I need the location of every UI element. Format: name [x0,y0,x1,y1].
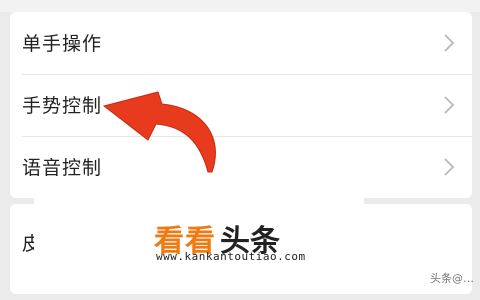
settings-item-partial-bottom [22,278,28,300]
chevron-right-icon [444,96,455,114]
settings-card: 单手操作 手势控制 语音控制 [10,12,472,198]
settings-item-label: 手势控制 [22,95,103,117]
curved-arrow-icon [102,91,216,173]
chevron-right-icon [444,158,455,176]
settings-item-gesture[interactable]: 手势控制 [10,74,472,136]
credit-text: 头条@… [430,272,474,285]
chevron-right-icon [444,34,455,52]
settings-item-one-hand[interactable]: 单手操作 [10,12,472,74]
watermark: 看看 头条 www.kankantoutiao.com [34,198,364,274]
settings-item-label: 单手操作 [22,33,103,55]
settings-item-label: 语音控制 [22,157,103,179]
settings-item-voice[interactable]: 语音控制 [10,136,472,198]
watermark-url: www.kankantoutiao.com [156,250,306,263]
status-strip [0,0,480,12]
